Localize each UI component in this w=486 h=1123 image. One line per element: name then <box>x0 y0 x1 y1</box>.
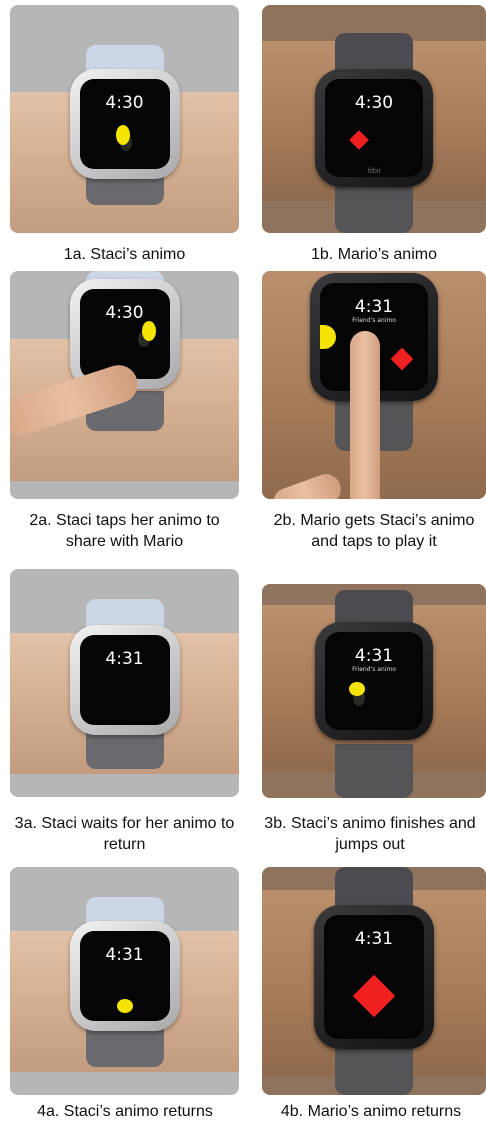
caption-1b: 1b. Mario’s animo <box>311 246 437 263</box>
watch-screen: 4:31 Friend's animo <box>325 632 423 730</box>
smartwatch: 4:31 <box>314 905 434 1049</box>
yellow-animo <box>349 682 365 696</box>
watch-time: 4:31 <box>105 945 144 965</box>
friend-label: Friend's animo <box>352 317 396 324</box>
caption-4a: 4a. Staci’s animo returns <box>37 1103 213 1120</box>
smartwatch: 4:30 <box>69 69 180 179</box>
yellow-animo <box>141 321 156 341</box>
watch-screen: 4:31 <box>79 931 170 1021</box>
photo-3a: 4:31 <box>10 569 239 797</box>
watch-screen: 4:30 fitbit <box>325 79 423 177</box>
yellow-animo-peeking <box>320 325 336 349</box>
smartwatch: 4:31 <box>69 625 180 735</box>
red-animo <box>352 974 396 1018</box>
photo-4a: 4:31 <box>10 867 239 1095</box>
caption-3a: 3a. Staci waits for her animo to return <box>14 815 235 853</box>
tapping-finger <box>350 331 380 499</box>
watch-brand: fitbit <box>367 168 381 175</box>
watch-screen: 4:31 <box>324 915 424 1039</box>
watch-time: 4:30 <box>354 93 394 113</box>
red-animo <box>390 347 414 371</box>
watch-band-bottom <box>335 1047 413 1095</box>
friend-label: Friend's animo <box>352 666 396 673</box>
watch-time: 4:31 <box>354 646 394 666</box>
watch-time: 4:31 <box>354 929 394 949</box>
photo-1a: 4:30 <box>10 5 239 233</box>
caption-1a: 1a. Staci’s animo <box>63 246 186 263</box>
caption-3b: 3b. Staci’s animo finishes and jumps out <box>264 815 476 853</box>
watch-band-bottom <box>335 183 413 233</box>
watch-time: 4:31 <box>105 649 144 669</box>
watch-time: 4:31 <box>354 297 394 317</box>
red-animo <box>349 130 369 150</box>
smartwatch: 4:31 <box>69 921 180 1031</box>
watch-time: 4:30 <box>105 93 144 113</box>
photo-4b: 4:31 <box>262 867 486 1095</box>
photo-1b: 4:30 fitbit <box>262 5 486 233</box>
yellow-animo <box>115 125 130 145</box>
photo-3b: 4:31 Friend's animo <box>262 584 486 798</box>
watch-band-top <box>335 33 413 73</box>
smartwatch: 4:31 Friend's animo <box>315 622 433 740</box>
caption-2b: 2b. Mario gets Staci’s animo and taps to… <box>273 512 475 550</box>
smartwatch: 4:30 fitbit <box>315 69 433 187</box>
watch-band-top <box>335 590 413 626</box>
watch-screen: 4:30 <box>79 79 170 169</box>
watch-band-bottom <box>85 1027 164 1067</box>
photo-2b: 4:31 Friend's animo <box>262 271 486 499</box>
watch-band-bottom <box>85 729 164 769</box>
watch-screen: 4:31 <box>79 635 170 725</box>
photo-2a: 4:30 <box>10 271 239 499</box>
caption-4b: 4b. Mario’s animo returns <box>280 1103 462 1120</box>
caption-2a: 2a. Staci taps her animo to share with M… <box>29 512 220 550</box>
watch-band-bottom <box>335 744 413 798</box>
watch-band-top <box>335 867 413 907</box>
yellow-animo <box>116 999 133 1013</box>
watch-time: 4:30 <box>105 303 144 323</box>
